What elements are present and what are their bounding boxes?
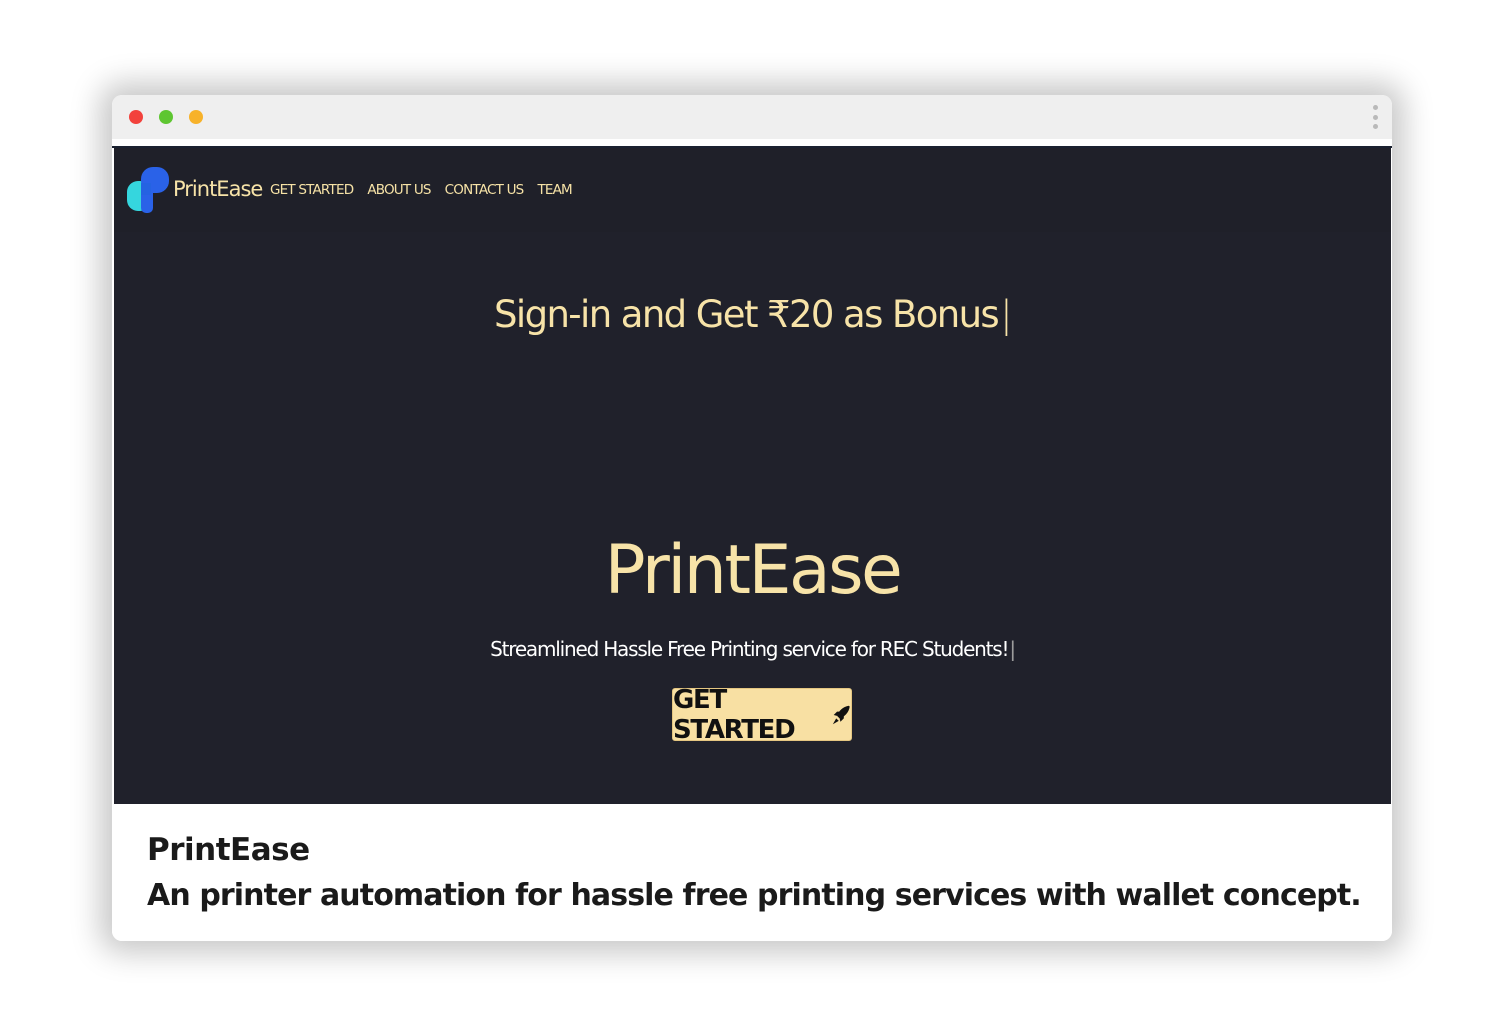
tagline-cursor: | [1009, 637, 1016, 661]
close-window-button[interactable] [129, 110, 143, 124]
nav-link-team[interactable]: TEAM [537, 182, 572, 198]
kebab-icon[interactable] [1372, 105, 1378, 129]
browser-top-divider [112, 139, 1392, 148]
bonus-banner: Sign-in and Get ₹20 as Bonus| [114, 293, 1391, 336]
hero-title: PrintEase [604, 531, 903, 610]
typing-cursor: | [1000, 293, 1012, 336]
printease-logo-icon[interactable] [127, 167, 171, 215]
nav-links: GET STARTED ABOUT US CONTACT US TEAM [270, 182, 573, 198]
get-started-label: GET STARTED [673, 684, 796, 745]
brand-name[interactable]: PrintEase [173, 177, 263, 201]
browser-titlebar [112, 95, 1392, 140]
project-caption: PrintEase An printer automation for hass… [112, 804, 1392, 941]
tagline-text: Streamlined Hassle Free Printing service… [490, 637, 1009, 661]
hero-tagline: Streamlined Hassle Free Printing service… [114, 637, 1391, 661]
nav-link-contact-us[interactable]: CONTACT US [445, 182, 525, 198]
maximize-window-button[interactable] [159, 110, 173, 124]
caption-description: An printer automation for hassle free pr… [147, 878, 1362, 913]
nav-link-get-started[interactable]: GET STARTED [270, 182, 354, 198]
page-viewport: PrintEase GET STARTED ABOUT US CONTACT U… [114, 148, 1391, 804]
browser-window: PrintEase GET STARTED ABOUT US CONTACT U… [112, 95, 1392, 941]
get-started-button[interactable]: GET STARTED [672, 685, 852, 745]
bonus-text: Sign-in and Get ₹20 as Bonus [494, 293, 1000, 336]
rocket-icon [833, 705, 851, 724]
navbar: PrintEase GET STARTED ABOUT US CONTACT U… [114, 148, 1391, 232]
minimize-window-button[interactable] [189, 110, 203, 124]
nav-link-about-us[interactable]: ABOUT US [367, 182, 431, 198]
caption-title: PrintEase [147, 832, 310, 868]
